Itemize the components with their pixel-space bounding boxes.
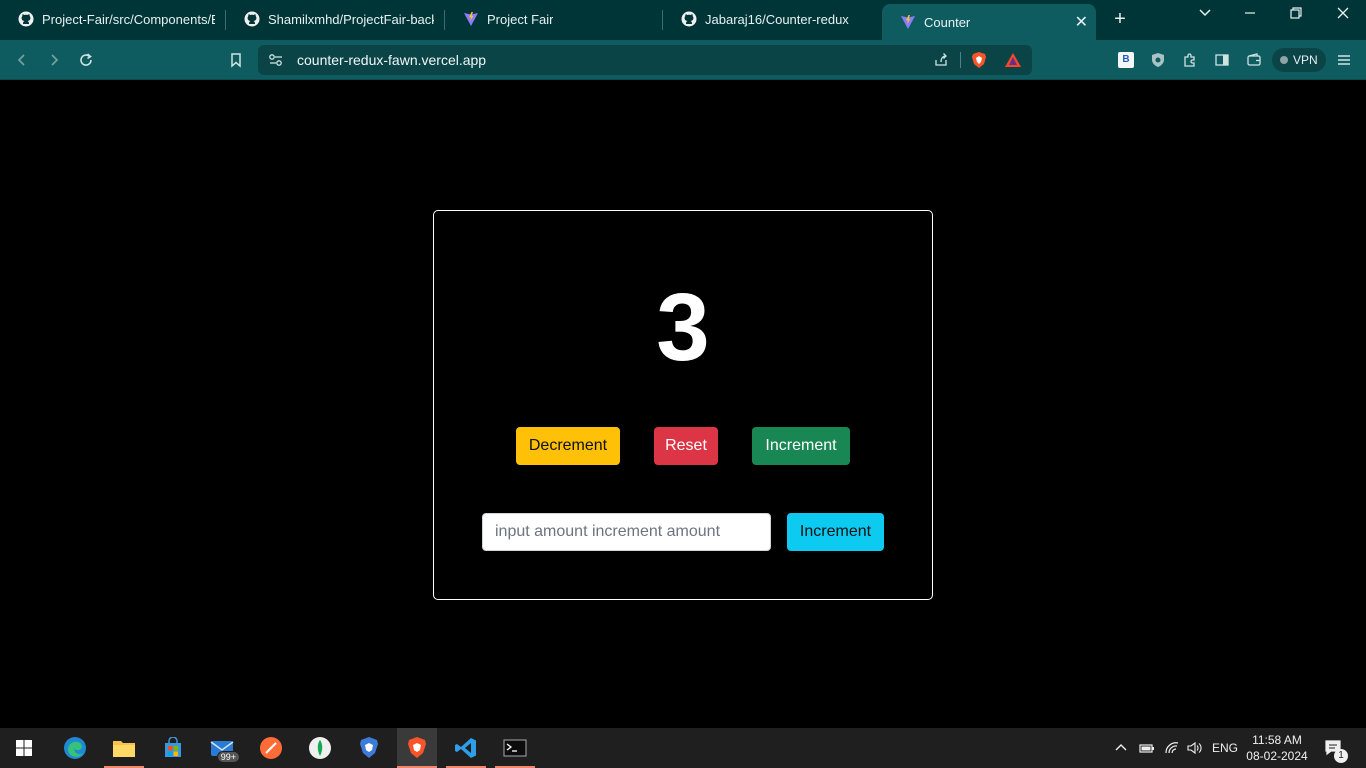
edge-icon[interactable] xyxy=(55,728,95,768)
bookmark-icon[interactable] xyxy=(226,50,246,70)
vite-icon xyxy=(900,14,916,30)
tab-title: Jabaraj16/Counter-redux xyxy=(705,11,849,27)
tab-title: Shamilxmhd/ProjectFair-backend xyxy=(268,11,434,27)
vite-icon xyxy=(463,11,479,27)
counter-card: 3 Decrement Reset Increment Increment xyxy=(433,210,933,600)
tab-counter-active[interactable]: Counter ✕ xyxy=(882,4,1096,40)
brave-rewards-icon[interactable] xyxy=(1004,52,1022,68)
extension-b-icon[interactable]: B xyxy=(1118,52,1134,68)
menu-hamburger-icon[interactable] xyxy=(1334,50,1354,70)
vpn-label: VPN xyxy=(1293,53,1318,67)
microsoft-store-icon[interactable] xyxy=(153,728,193,768)
close-window-icon[interactable] xyxy=(1333,6,1353,24)
tab-search-chevron-icon[interactable] xyxy=(1195,6,1215,24)
url-text: counter-redux-fawn.vercel.app xyxy=(297,52,487,68)
github-icon xyxy=(18,11,34,27)
windows-taskbar: 99+ ENG 11:58 AM 08-02-2024 1 xyxy=(0,728,1366,768)
wifi-icon[interactable] xyxy=(1164,728,1180,768)
increment-button[interactable]: Increment xyxy=(752,427,850,465)
new-tab-icon[interactable]: + xyxy=(1110,8,1130,31)
tab-title: Project-Fair/src/Components/Edi xyxy=(42,11,215,27)
increment-amount-input[interactable] xyxy=(482,513,771,551)
mail-icon[interactable]: 99+ xyxy=(202,728,242,768)
shield-extension-icon[interactable] xyxy=(1148,50,1168,70)
close-tab-icon[interactable]: ✕ xyxy=(1075,12,1088,32)
sidebar-toggle-icon[interactable] xyxy=(1212,50,1232,70)
vpn-status-dot xyxy=(1280,56,1288,64)
decrement-button[interactable]: Decrement xyxy=(516,427,620,465)
file-explorer-icon[interactable] xyxy=(104,728,144,768)
mongodb-compass-icon[interactable] xyxy=(300,728,340,768)
forward-icon[interactable] xyxy=(44,50,64,70)
address-bar[interactable]: counter-redux-fawn.vercel.app xyxy=(258,45,1032,75)
reload-icon[interactable] xyxy=(76,50,96,70)
page-viewport: 3 Decrement Reset Increment Increment xyxy=(0,81,1366,728)
tab-project-fair-components[interactable]: Project-Fair/src/Components/Edi xyxy=(0,4,225,34)
windows-start-icon[interactable] xyxy=(4,728,44,768)
browser-tab-bar: Project-Fair/src/Components/Edi Shamilxm… xyxy=(0,0,1366,40)
tab-projectfair-backend[interactable]: Shamilxmhd/ProjectFair-backend xyxy=(226,4,444,34)
vpn-button[interactable]: VPN xyxy=(1272,48,1326,72)
site-settings-icon[interactable] xyxy=(267,52,285,68)
wallet-icon[interactable] xyxy=(1244,50,1264,70)
reset-button[interactable]: Reset xyxy=(654,427,718,465)
vscode-icon[interactable] xyxy=(446,728,486,768)
notifications-icon[interactable]: 1 xyxy=(1324,728,1348,768)
back-icon[interactable] xyxy=(12,50,32,70)
extensions-puzzle-icon[interactable] xyxy=(1180,50,1200,70)
share-icon[interactable] xyxy=(932,52,950,68)
brave-nightly-icon[interactable] xyxy=(349,728,389,768)
language-indicator[interactable]: ENG xyxy=(1212,728,1238,768)
notification-count-badge: 1 xyxy=(1334,749,1348,763)
minimize-icon[interactable] xyxy=(1240,6,1260,24)
address-bar-divider xyxy=(960,52,961,68)
github-icon xyxy=(244,11,260,27)
tab-project-fair[interactable]: Project Fair xyxy=(445,4,660,34)
battery-icon[interactable] xyxy=(1139,728,1155,768)
clock-date: 08-02-2024 xyxy=(1246,749,1308,763)
brave-icon[interactable] xyxy=(397,728,437,768)
show-hidden-icons-chevron-icon[interactable] xyxy=(1114,728,1128,768)
system-clock[interactable]: 11:58 AM 08-02-2024 xyxy=(1244,732,1310,764)
increment-by-amount-button[interactable]: Increment xyxy=(787,513,884,551)
browser-toolbar: counter-redux-fawn.vercel.app B VPN xyxy=(0,40,1366,80)
volume-icon[interactable] xyxy=(1186,728,1204,768)
tab-title: Counter xyxy=(924,14,971,30)
postman-icon[interactable] xyxy=(251,728,291,768)
tab-counter-redux[interactable]: Jabaraj16/Counter-redux xyxy=(663,4,878,34)
restore-icon[interactable] xyxy=(1286,6,1306,24)
counter-value: 3 xyxy=(656,274,710,381)
github-icon xyxy=(681,11,697,27)
brave-shields-icon[interactable] xyxy=(970,52,988,68)
terminal-icon[interactable] xyxy=(495,728,535,768)
tab-title: Project Fair xyxy=(487,11,554,27)
mail-unread-badge: 99+ xyxy=(216,751,240,763)
clock-time: 11:58 AM xyxy=(1252,733,1302,747)
